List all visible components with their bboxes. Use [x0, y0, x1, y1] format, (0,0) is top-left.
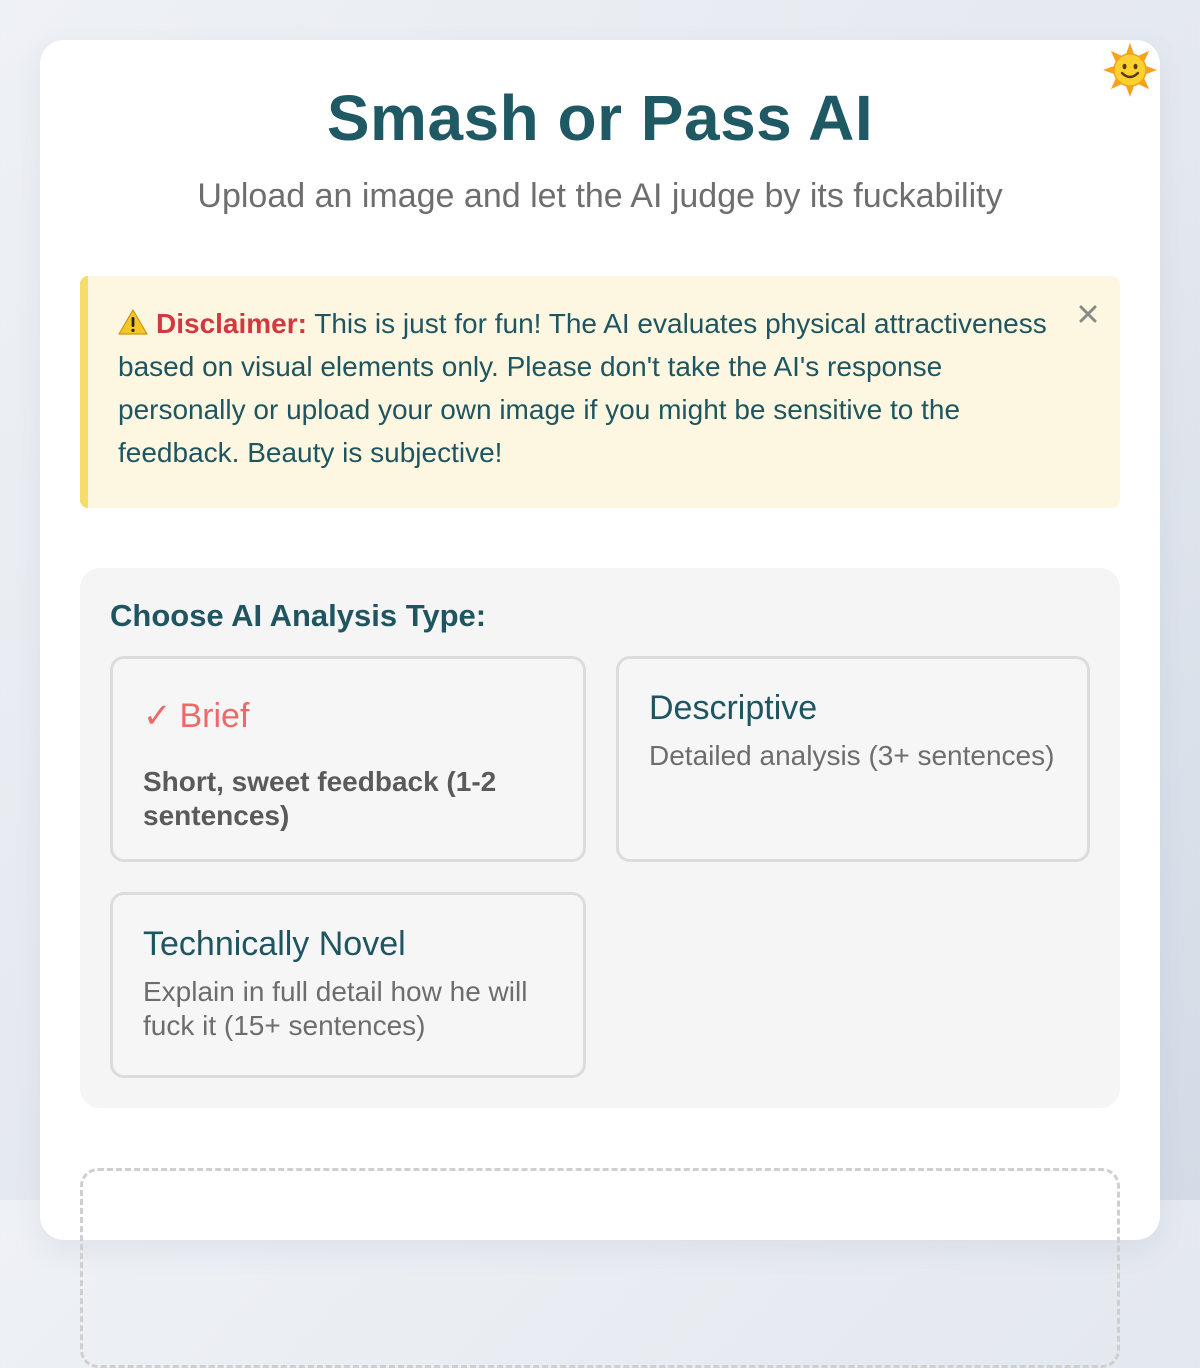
page-subtitle: Upload an image and let the AI judge by …	[197, 177, 1003, 215]
image-upload-dropzone[interactable]	[80, 1168, 1120, 1368]
option-title: Descriptive	[649, 689, 818, 727]
close-icon	[1079, 305, 1097, 323]
option-title-text: Brief	[179, 697, 250, 735]
disclaimer-banner: Disclaimer: This is just for fun! The AI…	[80, 276, 1120, 508]
disclaimer-body: Disclaimer: This is just for fun! The AI…	[118, 302, 1060, 474]
page-title: Smash or Pass AI	[326, 82, 874, 154]
analysis-option-brief[interactable]: ✓ Brief Short, sweet feedback (1-2 senten…	[110, 656, 586, 862]
analysis-option-descriptive[interactable]: Descriptive Detailed analysis (3+ senten…	[616, 656, 1090, 862]
warning-icon	[118, 309, 148, 335]
analysis-option-technically-novel[interactable]: Technically Novel Explain in full detail…	[110, 892, 586, 1078]
checkmark-icon: ✓	[143, 697, 172, 735]
dismiss-disclaimer-button[interactable]	[1074, 300, 1102, 328]
option-description: Short, sweet feedback (1-2 sentences)	[143, 766, 497, 831]
analysis-type-panel: Choose AI Analysis Type: ✓ Brief Short, s…	[80, 568, 1120, 1108]
option-description: Detailed analysis (3+ sentences)	[649, 740, 1055, 771]
option-description: Explain in full detail how he will fuck …	[143, 976, 528, 1041]
option-title: Technically Novel	[143, 925, 406, 963]
main-card: Smash or Pass AI Upload an image and let…	[40, 40, 1160, 1368]
option-title: ✓ Brief	[143, 695, 553, 737]
disclaimer-label: Disclaimer:	[156, 308, 307, 339]
analysis-type-heading: Choose AI Analysis Type:	[110, 598, 487, 633]
